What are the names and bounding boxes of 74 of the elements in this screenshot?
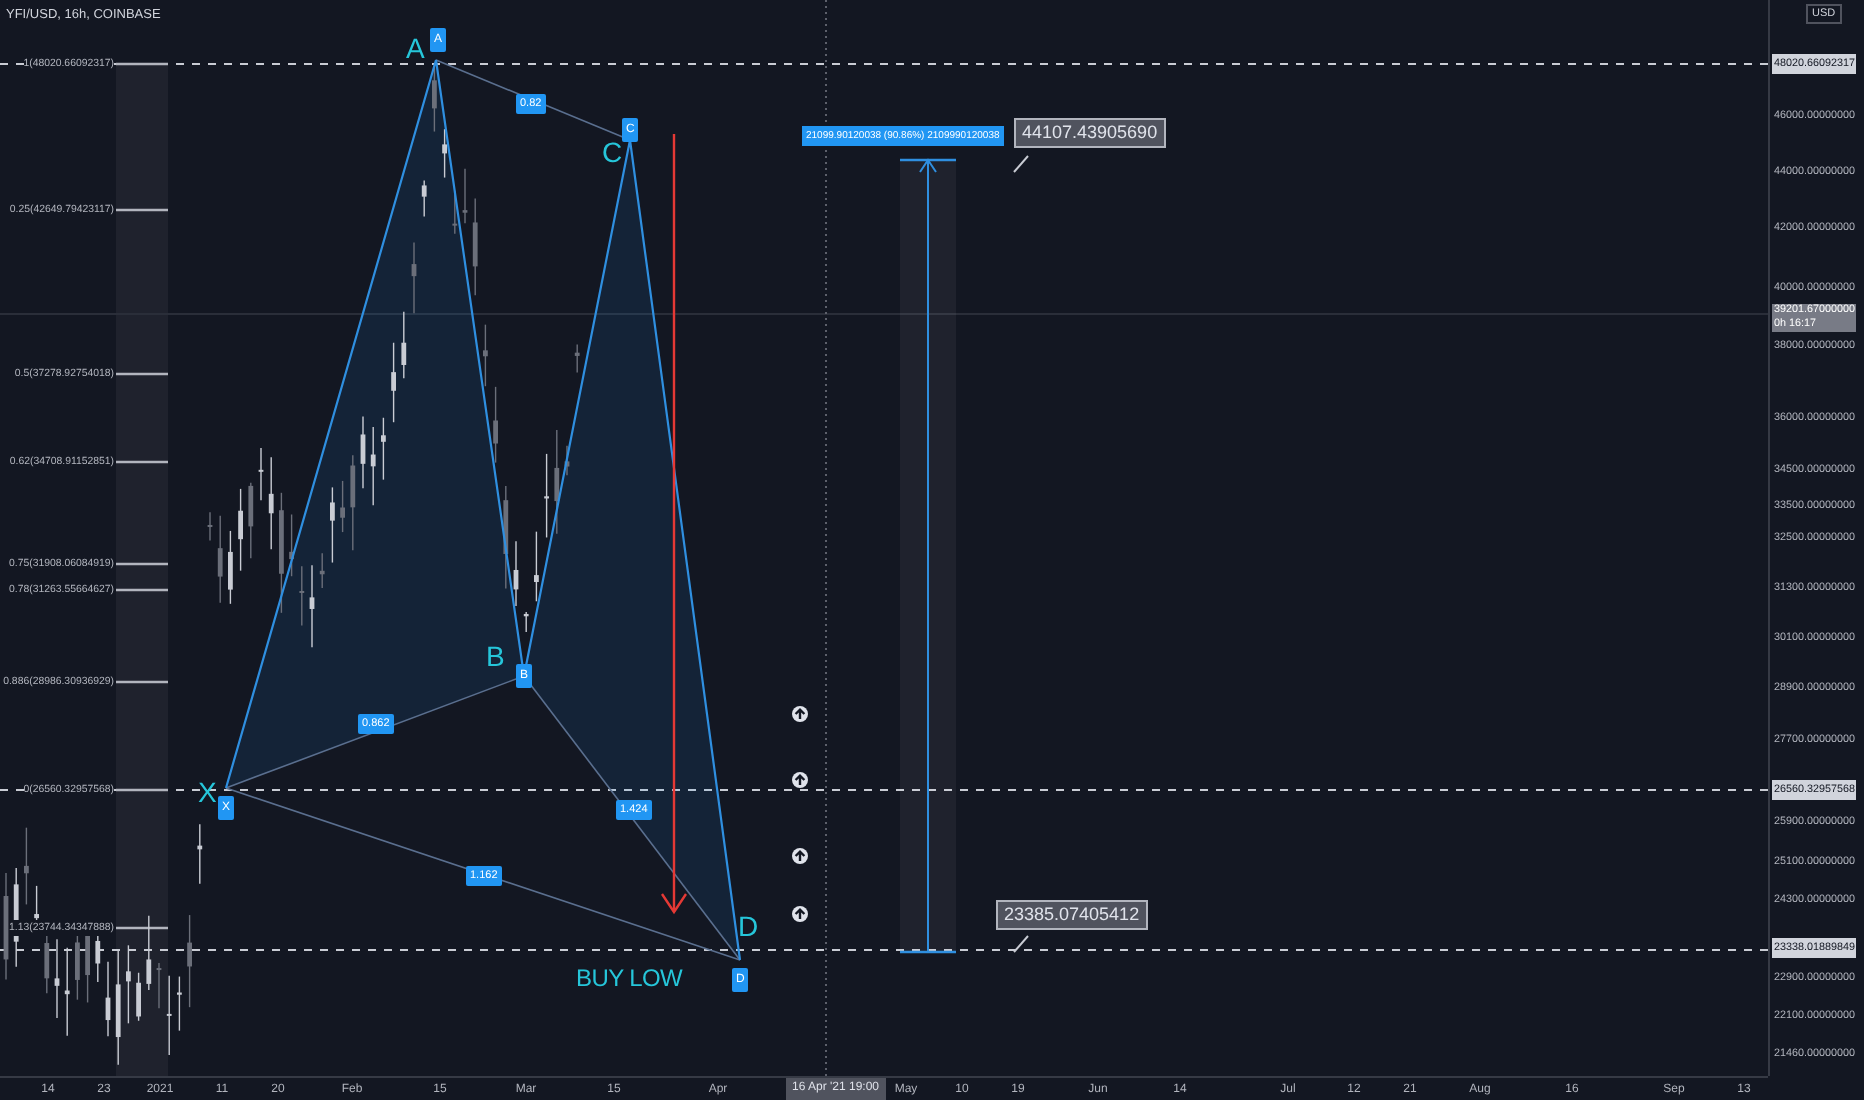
price-callout: 23385.07405412	[996, 900, 1148, 930]
candle	[187, 914, 192, 1008]
fib-level-line	[116, 788, 168, 792]
candle	[177, 975, 182, 1032]
leader-line	[1013, 155, 1029, 173]
candle	[64, 947, 70, 1037]
arrow-up-circle-icon	[792, 706, 808, 722]
candle	[472, 197, 478, 296]
candle	[279, 492, 284, 614]
leader-line	[1013, 935, 1029, 953]
fib-level-line	[116, 926, 168, 930]
candle	[411, 241, 417, 314]
candle	[350, 454, 356, 552]
point-label: A	[406, 30, 425, 66]
fib-level-line	[116, 680, 168, 684]
candle	[54, 938, 60, 1019]
fib-level-line	[116, 62, 168, 66]
candle	[95, 930, 101, 983]
fib-level-line	[116, 562, 168, 566]
candle	[391, 342, 396, 423]
arrow-up-circle-icon	[792, 848, 808, 864]
fib-level-line	[116, 208, 168, 212]
fib-level-line	[116, 460, 168, 464]
candle	[258, 447, 264, 501]
arrow-up-circle-icon	[792, 772, 808, 788]
candle	[3, 872, 9, 981]
candle	[360, 415, 366, 489]
candle	[309, 564, 315, 649]
candle	[513, 540, 519, 607]
candle	[442, 128, 447, 179]
point-label: X	[198, 774, 217, 810]
candle	[483, 323, 488, 387]
candle	[217, 515, 223, 604]
candle	[207, 511, 213, 542]
fib-level-line	[116, 372, 168, 376]
candle	[401, 311, 407, 379]
candle	[299, 565, 305, 627]
candle	[523, 611, 529, 633]
candle	[421, 179, 427, 218]
candle	[156, 962, 162, 1009]
candle	[381, 417, 386, 481]
candle	[564, 445, 570, 476]
candle	[544, 453, 549, 539]
price-callout: 44107.43905690	[1014, 118, 1166, 148]
candle	[24, 826, 29, 906]
candle	[289, 513, 294, 577]
candle	[432, 64, 437, 133]
candle	[340, 480, 345, 533]
candle	[146, 915, 152, 991]
candle	[462, 168, 468, 224]
candle	[319, 552, 325, 589]
candle	[136, 972, 141, 1022]
point-label: B	[486, 638, 505, 674]
candle	[166, 975, 172, 1056]
candle	[370, 426, 376, 507]
candle	[268, 456, 274, 551]
point-label: C	[602, 134, 623, 170]
fib-level-line	[116, 588, 168, 592]
candle	[197, 823, 203, 885]
candle	[574, 343, 580, 374]
candle	[238, 488, 243, 572]
candle	[115, 948, 121, 1066]
buy-low-label: BUY LOW	[576, 964, 683, 994]
candle	[248, 481, 254, 559]
candle	[105, 961, 111, 1037]
candle	[330, 486, 335, 564]
candle	[554, 429, 560, 535]
candle	[228, 530, 233, 605]
candle	[534, 530, 539, 602]
candle	[493, 386, 498, 464]
candle	[44, 930, 50, 994]
candle	[126, 944, 131, 1025]
point-label: D	[738, 908, 759, 944]
arrow-up-circle-icon	[792, 906, 808, 922]
